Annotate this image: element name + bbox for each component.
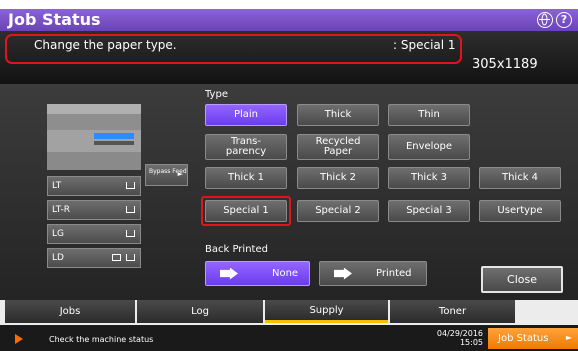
paper-icon [126, 182, 135, 189]
back-printed-label: Back Printed [205, 244, 268, 255]
message-value: : Special 1 [393, 38, 456, 52]
tray-lt[interactable]: LT [47, 176, 141, 196]
type-recycled-paper-button[interactable]: Recycled Paper [297, 134, 379, 160]
type-usertype-button[interactable]: Usertype [479, 200, 561, 222]
status-time: 15:05 [459, 338, 483, 347]
type-transparency-button[interactable]: Trans-parency [205, 134, 287, 160]
tray-lt-r[interactable]: LT-R [47, 200, 141, 220]
tray-label: LT [52, 181, 62, 191]
globe-icon[interactable] [537, 12, 553, 28]
machine-body [47, 130, 141, 152]
job-status-screen: Job Status ? Change the paper type. : Sp… [0, 0, 578, 351]
paper-icon [126, 254, 135, 261]
message-text: Change the paper type. [34, 38, 177, 52]
tab-supply[interactable]: Supply [265, 300, 388, 323]
tray-label: LT-R [52, 205, 70, 215]
machine-top [47, 104, 141, 114]
type-thick1-button[interactable]: Thick 1 [205, 167, 287, 189]
type-thick-button[interactable]: Thick [297, 104, 379, 126]
back-printed-none-button[interactable]: None [205, 261, 310, 286]
type-plain-button[interactable]: Plain [205, 104, 287, 126]
printed-label: Printed [376, 267, 412, 279]
paper-icon [126, 230, 135, 237]
type-label: Type [205, 89, 228, 100]
back-printed-printed-button[interactable]: Printed [319, 261, 427, 286]
paper-arrow-icon [220, 267, 238, 280]
bypass-feed-button[interactable]: Bypass Feed ► [145, 164, 188, 186]
type-special3-button[interactable]: Special 3 [388, 200, 470, 222]
type-thick2-button[interactable]: Thick 2 [297, 167, 379, 189]
type-special2-button[interactable]: Special 2 [297, 200, 379, 222]
window-title: Job Status [8, 10, 101, 29]
paper-size: 305x1189 [472, 57, 538, 72]
type-thin-button[interactable]: Thin [388, 104, 470, 126]
tray-lg[interactable]: LG [47, 224, 141, 244]
tray-label: LD [52, 253, 64, 263]
type-envelope-button[interactable]: Envelope [388, 134, 470, 160]
help-icon[interactable]: ? [556, 12, 572, 28]
machine-lower [47, 152, 141, 170]
tab-log[interactable]: Log [137, 300, 263, 323]
close-button[interactable]: Close [481, 266, 563, 293]
status-message[interactable]: Check the machine status [49, 335, 153, 344]
type-thick3-button[interactable]: Thick 3 [388, 167, 470, 189]
paper-icon [126, 206, 135, 213]
arrow-right-icon: ► [177, 170, 183, 178]
play-icon[interactable] [15, 334, 23, 344]
tab-jobs[interactable]: Jobs [5, 300, 135, 323]
tray-label: LG [52, 229, 64, 239]
job-status-label: Job Status [498, 333, 549, 344]
special1-highlight [201, 196, 291, 226]
envelope-icon [112, 254, 121, 261]
tab-toner[interactable]: Toner [390, 300, 515, 323]
machine-scanner [47, 114, 141, 130]
title-bar: Job Status ? [0, 9, 578, 31]
none-label: None [272, 267, 299, 279]
arrow-right-icon: ► [565, 333, 572, 342]
status-datetime: 04/29/2016 15:05 [413, 329, 483, 347]
status-date: 04/29/2016 [436, 329, 483, 338]
job-status-button[interactable]: Job Status ► [488, 328, 578, 349]
tray-ld[interactable]: LD [47, 248, 141, 268]
paper-arrow-icon [334, 267, 352, 280]
type-thick4-button[interactable]: Thick 4 [479, 167, 561, 189]
